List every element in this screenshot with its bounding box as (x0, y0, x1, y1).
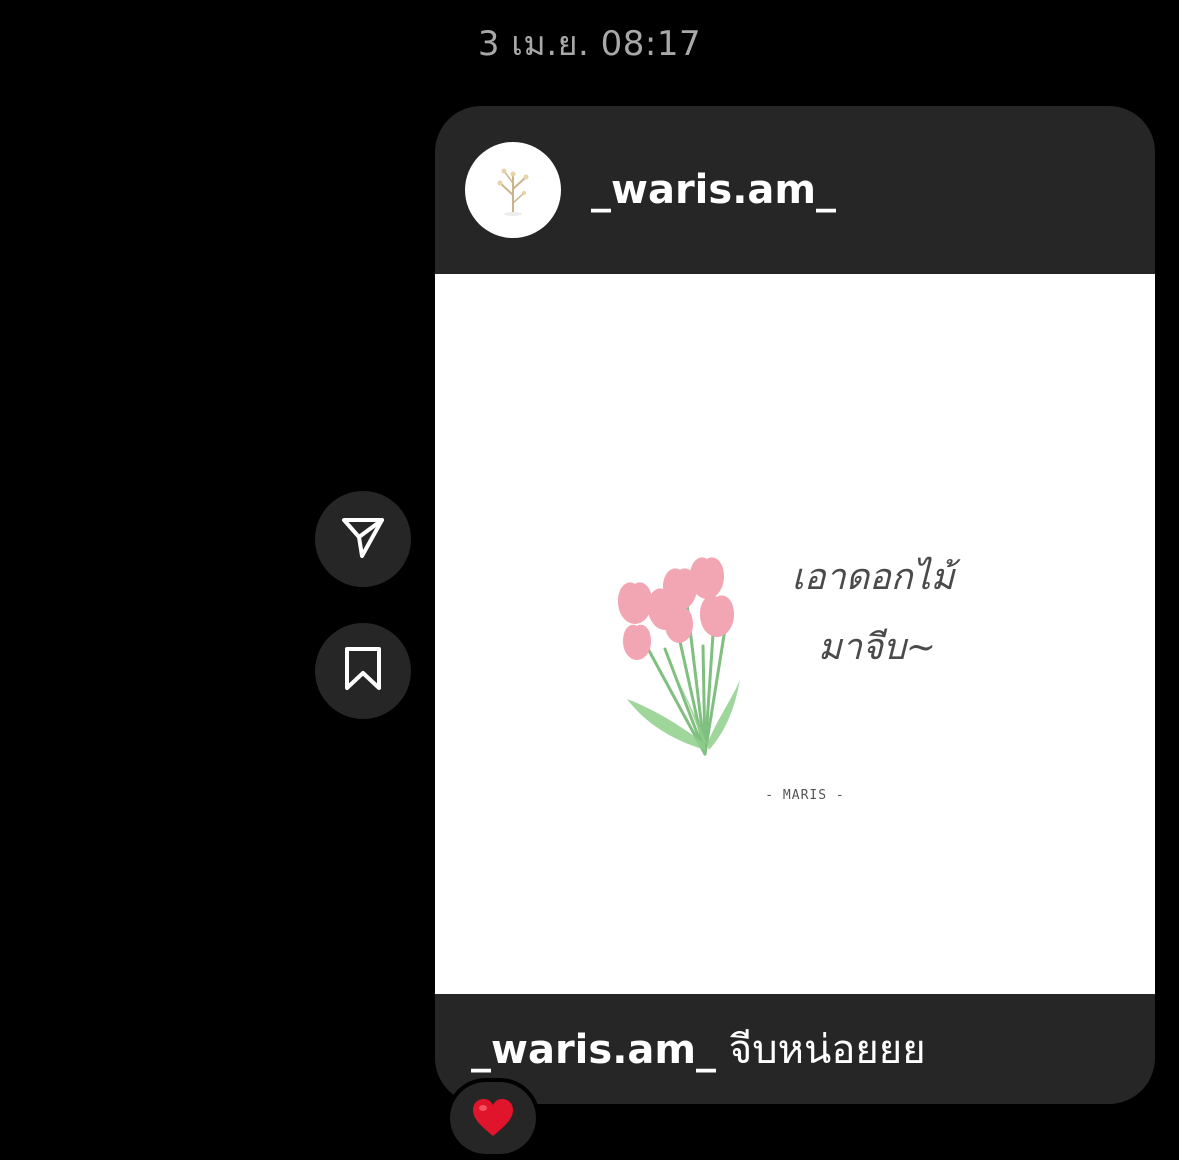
tulip-leaves (627, 659, 740, 750)
tulip-heads (618, 557, 734, 660)
branch-illustration (497, 168, 529, 216)
post-username[interactable]: _waris.am_ (591, 166, 836, 214)
avatar[interactable] (465, 142, 561, 238)
caption-username[interactable]: _waris.am_ (471, 1027, 716, 1073)
reaction-pill[interactable] (450, 1082, 536, 1154)
artist-signature: - MARIS - (765, 788, 844, 803)
reaction-badge[interactable] (446, 1078, 540, 1158)
shared-post-card[interactable]: _waris.am_ เอาดอกไม้ มาจีบ~ - MARIS - _w… (435, 106, 1155, 1104)
handwritten-line-1: เอาดอกไม้ (792, 556, 962, 598)
bookmark-icon (343, 646, 383, 696)
save-button[interactable] (315, 623, 411, 719)
share-button[interactable] (315, 491, 411, 587)
post-caption: _waris.am_ จีบหน่อยยย (471, 1024, 926, 1076)
post-image[interactable]: เอาดอกไม้ มาจีบ~ - MARIS - (435, 274, 1155, 994)
handwritten-line-2: มาจีบ~ (818, 627, 936, 668)
paper-plane-icon (339, 513, 387, 565)
caption-text: จีบหน่อยยย (728, 1027, 926, 1073)
post-header[interactable]: _waris.am_ (435, 106, 1155, 274)
heart-icon (473, 1099, 513, 1136)
message-timestamp: 3 เม.ย. 08:17 (477, 24, 702, 64)
